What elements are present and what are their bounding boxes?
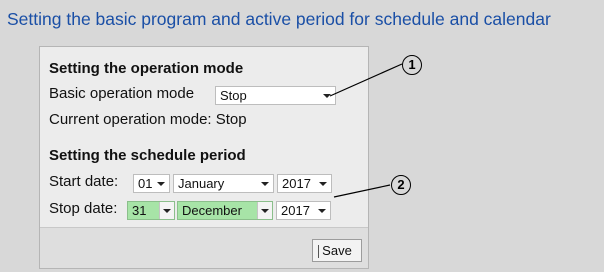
callout-line-1 [329, 63, 403, 97]
callout-line-2 [333, 184, 391, 198]
callout-marker-2: 2 [391, 175, 411, 195]
callout-marker-1: 1 [402, 55, 422, 75]
callout-lines [329, 63, 403, 198]
